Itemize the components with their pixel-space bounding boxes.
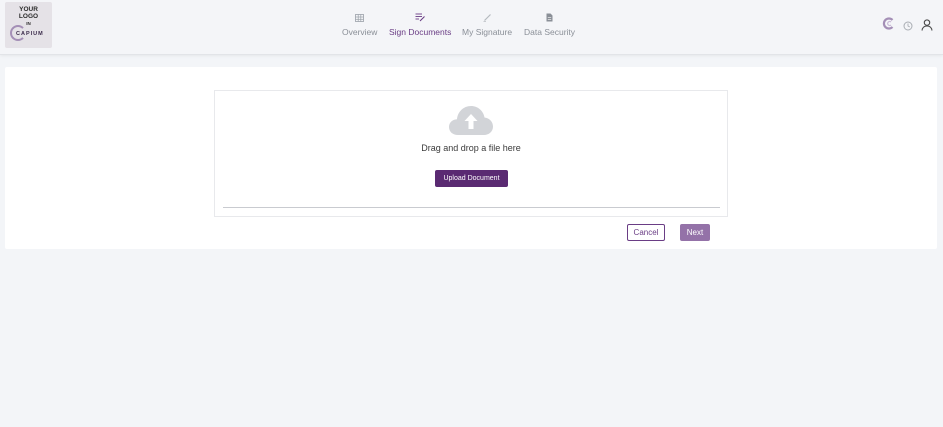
nav-label-my-signature: My Signature [462,27,513,37]
logo-text-logo: LOGO [18,13,39,20]
user-icon[interactable] [921,18,933,36]
logo-brand-text: CAPIUM [16,31,44,37]
cloud-upload-icon [448,104,494,141]
sign-document-icon [415,12,426,23]
company-logo[interactable]: YOUR LOGO IN CAPIUM [5,2,52,48]
nav-label-overview: Overview [342,27,378,37]
capium-logo-icon[interactable] [882,17,895,35]
nav-item-my-signature[interactable]: My Signature [462,12,512,37]
document-icon [546,12,553,23]
top-header: YOUR LOGO IN CAPIUM Overview Sign Docume… [0,0,943,55]
divider [223,207,720,208]
nav-item-sign-documents[interactable]: Sign Documents [389,12,451,37]
upload-document-button[interactable]: Upload Document [435,170,508,187]
grid-icon [355,12,365,23]
nav-label-sign-documents: Sign Documents [389,27,452,37]
next-button[interactable]: Next [680,224,710,241]
drop-instructions: Drag and drop a file here [421,143,521,153]
nav-label-data-security: Data Security [524,27,576,37]
nav-item-data-security[interactable]: Data Security [524,12,575,37]
clock-icon[interactable] [903,18,913,36]
logo-text-in: IN [26,21,31,26]
cancel-button[interactable]: Cancel [627,224,665,241]
logo-text-your: YOUR [19,6,38,13]
nav-item-overview[interactable]: Overview [342,12,377,37]
pen-icon [483,12,492,23]
